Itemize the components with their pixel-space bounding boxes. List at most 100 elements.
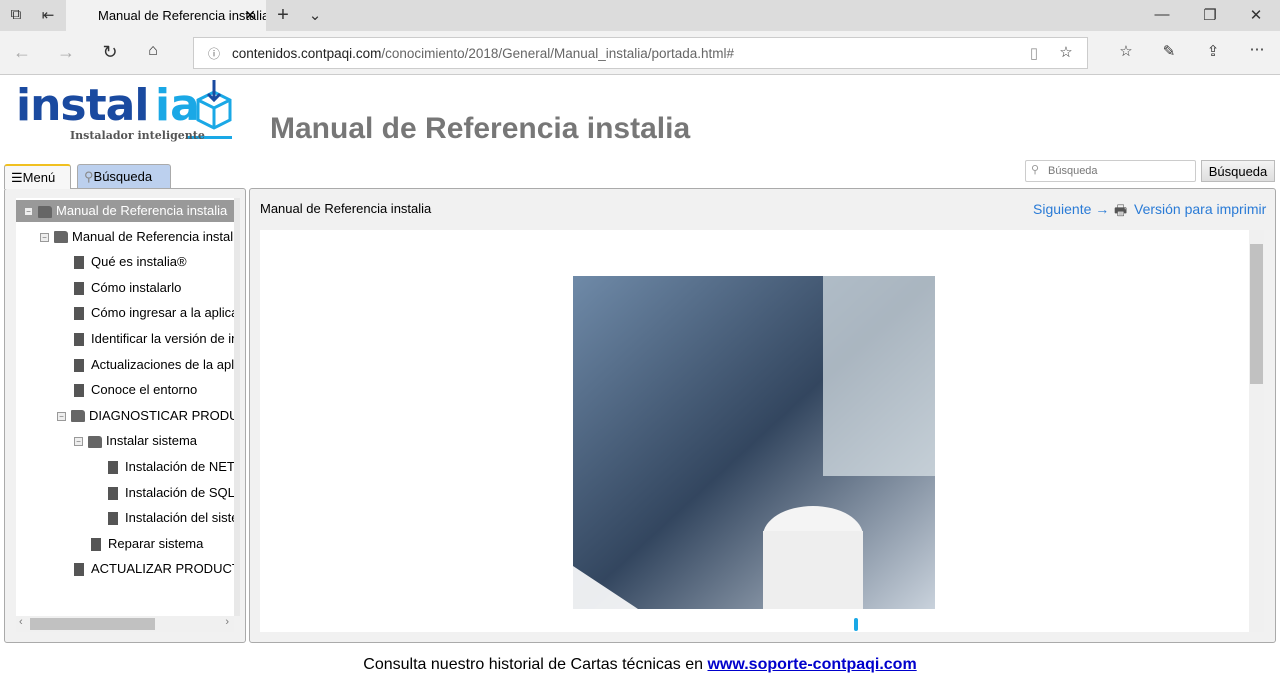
tree-item-label: DIAGNOSTICAR PRODUCTOS xyxy=(89,407,234,423)
address-bar[interactable]: ⓘ contenidos.contpaqi.com/conocimiento/2… xyxy=(193,37,1088,69)
favorites-icon[interactable]: ☆ xyxy=(1114,42,1138,60)
tree-item-label: Reparar sistema xyxy=(108,535,204,551)
footer-text: Consulta nuestro historial de Cartas téc… xyxy=(363,656,708,673)
list-icon: ☰ xyxy=(11,170,23,185)
tree-item-label: ACTUALIZAR PRODUCTOS xyxy=(91,561,234,577)
search-button[interactable]: Búsqueda xyxy=(1201,160,1275,182)
minimize-icon[interactable]: — xyxy=(1150,6,1174,23)
scroll-indicator xyxy=(854,618,858,631)
svg-text:instal: instal xyxy=(16,80,148,131)
tree-item[interactable]: − Manual de Referencia instalia xyxy=(40,226,234,248)
reading-view-icon[interactable]: ▯ xyxy=(1022,44,1046,62)
svg-text:Instalador inteligente: Instalador inteligente xyxy=(70,129,205,142)
tree-item[interactable]: − DIAGNOSTICAR PRODUCTOS xyxy=(57,405,234,427)
book-icon xyxy=(38,205,52,218)
tab-menu[interactable]: ☰Menú xyxy=(4,164,71,189)
tree-item[interactable]: Actualizaciones de la aplicación xyxy=(74,354,234,376)
page-icon xyxy=(108,486,118,500)
home-icon[interactable]: ⌂ xyxy=(141,42,165,60)
chevron-down-icon[interactable]: ⌄ xyxy=(303,6,327,24)
tree-item[interactable]: − Manual de Referencia instalia xyxy=(16,200,234,222)
tree-item[interactable]: Reparar sistema xyxy=(91,533,203,555)
search-icon: ⚲ xyxy=(1031,164,1040,176)
tree-item[interactable]: Cómo ingresar a la aplicación xyxy=(74,302,234,324)
share-icon[interactable]: ⇪ xyxy=(1201,42,1225,60)
tree-item[interactable]: Instalación de NET xyxy=(108,456,234,478)
tree-item[interactable]: Qué es instalia® xyxy=(74,251,187,273)
page-icon xyxy=(74,563,84,577)
tree-item-label: Manual de Referencia instalia xyxy=(56,203,228,218)
tree-item-label: Cómo instalarlo xyxy=(91,279,182,295)
close-window-icon[interactable]: ✕ xyxy=(1244,6,1268,24)
search-placeholder: Búsqueda xyxy=(1048,165,1098,177)
tree-item-label: Qué es instalia® xyxy=(91,254,187,270)
pen-icon[interactable]: ✎ xyxy=(1157,42,1181,60)
page-icon xyxy=(74,256,84,270)
search-icon: ⚲ xyxy=(84,169,94,184)
tree-item[interactable]: − Instalar sistema xyxy=(74,430,197,452)
search-input[interactable]: ⚲ Búsqueda xyxy=(1025,160,1196,182)
refresh-icon[interactable]: ↻ xyxy=(98,42,122,63)
restore-icon[interactable]: ❐ xyxy=(1198,6,1222,24)
tab-title: Manual de Referencia instalia xyxy=(98,8,266,23)
info-icon[interactable]: ⓘ xyxy=(202,45,226,62)
tree-item[interactable]: Instalación del sistema xyxy=(108,507,234,529)
browser-tab[interactable]: Manual de Referencia instalia ✕ xyxy=(66,0,266,31)
footer: Consulta nuestro historial de Cartas téc… xyxy=(0,656,1280,674)
tree-item[interactable]: Identificar la versión de instalia xyxy=(74,328,234,350)
set-aside-tabs-icon[interactable]: ⇤ xyxy=(36,6,60,24)
tree-item[interactable]: ACTUALIZAR PRODUCTOS xyxy=(74,558,234,580)
collapse-icon[interactable]: − xyxy=(74,437,83,447)
tree-item-label: Instalación del sistema xyxy=(125,510,234,526)
book-icon xyxy=(88,435,102,448)
collapse-icon[interactable]: − xyxy=(24,207,33,217)
forward-icon[interactable]: → xyxy=(54,42,78,63)
page-icon xyxy=(74,333,84,347)
tab-manager-icon[interactable]: ⧉ xyxy=(4,6,28,23)
close-tab-icon[interactable]: ✕ xyxy=(244,7,256,24)
tree-item-label: Cómo ingresar a la aplicación xyxy=(91,305,234,321)
page-icon xyxy=(74,358,84,372)
collapse-icon[interactable]: − xyxy=(40,232,49,242)
next-link[interactable]: Siguiente → xyxy=(1033,201,1109,217)
support-link[interactable]: www.soporte-contpaqi.com xyxy=(707,656,916,673)
tree-item-label: Manual de Referencia instalia xyxy=(72,228,234,244)
cover-image xyxy=(573,276,935,609)
more-icon[interactable]: ⋯ xyxy=(1245,40,1269,58)
tree-item-label: Instalación de SQL xyxy=(125,484,234,500)
tree-horizontal-scrollbar[interactable]: ‹ › xyxy=(16,616,234,632)
tree-item[interactable]: Instalación de SQL xyxy=(108,482,234,504)
tree-item[interactable]: Conoce el entorno xyxy=(74,379,197,401)
page-icon xyxy=(108,461,118,475)
svg-text:ia: ia xyxy=(155,80,200,131)
tree-item-label: Actualizaciones de la aplicación xyxy=(91,356,234,372)
instalia-logo: instal ia Instalador inteligente xyxy=(16,78,236,145)
collapse-icon[interactable]: − xyxy=(57,411,66,421)
url-path: /conocimiento/2018/General/Manual_instal… xyxy=(381,45,735,61)
tab-search-label: Búsqueda xyxy=(93,169,153,184)
page-icon xyxy=(108,512,118,526)
star-icon[interactable]: ☆ xyxy=(1054,43,1078,61)
tree-item-label: Instalar sistema xyxy=(106,433,198,449)
tree-item-label: Instalación de NET xyxy=(125,459,234,474)
print-version-link[interactable]: Versión para imprimir xyxy=(1134,201,1266,217)
tree-item[interactable]: Cómo instalarlo xyxy=(74,277,181,299)
content-frame xyxy=(260,230,1249,632)
book-icon xyxy=(71,410,85,423)
content-breadcrumb: Manual de Referencia instalia xyxy=(260,201,432,216)
browser-tab-bar: ⧉ ⇤ Manual de Referencia instalia ✕ + ⌄ —… xyxy=(0,0,1280,31)
page-icon xyxy=(74,384,84,398)
tree-vertical-scrollbar[interactable] xyxy=(234,198,240,616)
page-icon xyxy=(91,537,101,551)
new-tab-icon[interactable]: + xyxy=(271,4,295,27)
content-vertical-scrollbar[interactable] xyxy=(1249,230,1264,632)
tree-item-label: Identificar la versión de instalia xyxy=(91,331,234,346)
printer-icon: 🖶 xyxy=(1114,202,1128,218)
page-icon xyxy=(74,307,84,321)
page-title: Manual de Referencia instalia xyxy=(270,112,691,145)
tab-search[interactable]: ⚲Búsqueda xyxy=(77,164,171,189)
tab-menu-label: Menú xyxy=(22,170,56,185)
back-icon[interactable]: ← xyxy=(10,42,34,63)
tree-item-label: Conoce el entorno xyxy=(91,382,198,398)
toc-tree: − Manual de Referencia instalia − Manual de… xyxy=(16,198,234,632)
